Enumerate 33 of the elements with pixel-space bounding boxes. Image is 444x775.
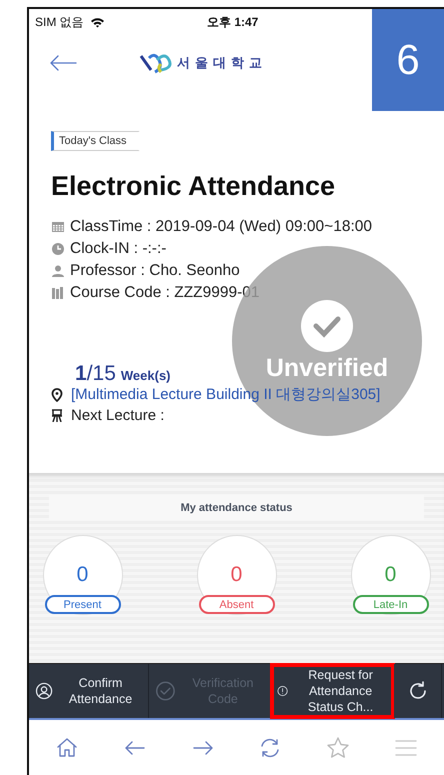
- count-label: Late-In: [352, 595, 428, 614]
- logo-text: 서울대학교: [177, 54, 267, 72]
- easel-icon: [51, 409, 63, 422]
- clock-icon: [51, 242, 65, 256]
- verification-label: Unverified: [266, 354, 388, 382]
- week-unit: Week(s): [120, 368, 171, 383]
- check-icon: [301, 300, 353, 352]
- clock-time: 오후 1:47: [207, 14, 258, 30]
- info-text: Clock-IN : -:-:-: [70, 240, 166, 258]
- books-icon: [51, 286, 65, 300]
- week-current: 1: [75, 362, 87, 386]
- carrier-label: SIM 없음: [35, 14, 84, 30]
- check-icon: [155, 679, 176, 703]
- step-badge: 6: [372, 9, 444, 111]
- back-arrow-icon[interactable]: [49, 55, 77, 71]
- next-lecture-label: Next Lecture :: [71, 407, 164, 424]
- logo-icon: [139, 52, 173, 74]
- info-text: Professor : Cho. Seonho: [70, 262, 240, 280]
- today-class-tag: Today's Class: [51, 131, 140, 151]
- wifi-icon: [90, 16, 105, 28]
- count-label: Present: [44, 595, 120, 614]
- week-total: /15: [86, 362, 116, 386]
- action-button[interactable]: Request for Attendance Status Ch...: [271, 664, 394, 718]
- location-pin-icon: [51, 388, 63, 402]
- count-label: Absent: [198, 595, 274, 614]
- person-icon: [51, 264, 65, 278]
- info-text: ClassTime : 2019-09-04 (Wed) 09:00~18:00: [70, 218, 372, 236]
- location-link[interactable]: [Multimedia Lecture Building II 대형강의실305]: [71, 385, 380, 404]
- star-icon: [325, 734, 352, 760]
- panel-title: My attendance status: [49, 495, 424, 520]
- action-button[interactable]: [394, 664, 442, 718]
- page-title: Electronic Attendance: [51, 171, 336, 202]
- calendar-icon: [51, 220, 65, 234]
